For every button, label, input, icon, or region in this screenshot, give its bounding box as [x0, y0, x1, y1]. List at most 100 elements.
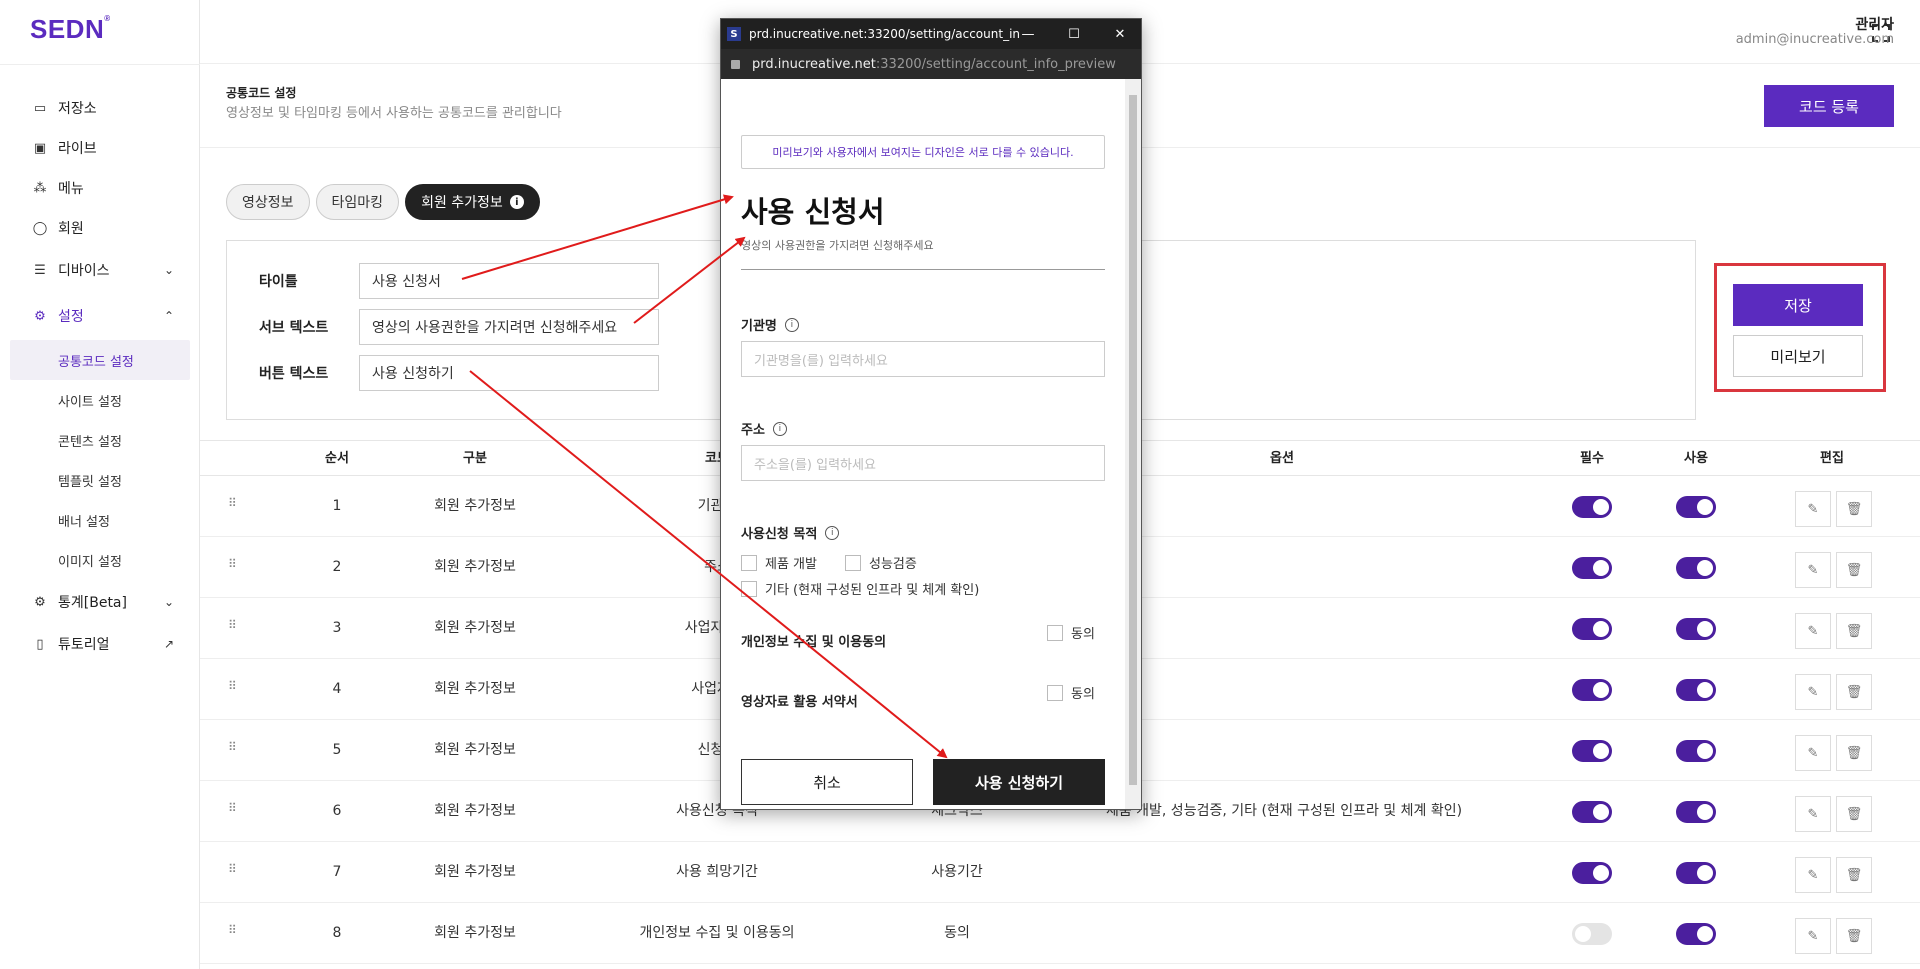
- delete-button[interactable]: 🗑: [1836, 552, 1872, 588]
- pencil-icon: ✎: [1807, 806, 1819, 822]
- sidebar-item-storage[interactable]: ▭ 저장소: [0, 88, 200, 128]
- edit-button[interactable]: ✎: [1795, 552, 1831, 588]
- close-icon[interactable]: ✕: [1097, 19, 1141, 49]
- delete-button[interactable]: 🗑: [1836, 613, 1872, 649]
- privacy-agree-checkbox[interactable]: 동의: [1047, 623, 1095, 642]
- required-toggle[interactable]: [1572, 557, 1612, 579]
- required-toggle[interactable]: [1572, 801, 1612, 823]
- drag-handle-icon[interactable]: ⠿: [228, 558, 237, 575]
- purpose-checkbox-dev[interactable]: 제품 개발: [741, 553, 817, 572]
- drag-handle-icon[interactable]: ⠿: [228, 802, 237, 819]
- use-toggle[interactable]: [1676, 557, 1716, 579]
- edit-button[interactable]: ✎: [1795, 796, 1831, 832]
- required-toggle[interactable]: [1572, 618, 1612, 640]
- delete-button[interactable]: 🗑: [1836, 735, 1872, 771]
- sidebar-item-menu[interactable]: ⁂ 메뉴: [0, 168, 200, 208]
- tab-member-extra-info[interactable]: 회원 추가정보 i: [405, 184, 540, 220]
- submit-application-button[interactable]: 사용 신청하기: [933, 759, 1105, 805]
- sidebar-divider: [0, 64, 200, 65]
- pencil-icon: ✎: [1807, 623, 1819, 639]
- info-icon[interactable]: i: [784, 317, 799, 332]
- drag-handle-icon[interactable]: ⠿: [228, 863, 237, 880]
- required-toggle[interactable]: [1572, 862, 1612, 884]
- edit-button[interactable]: ✎: [1795, 613, 1831, 649]
- edit-button[interactable]: ✎: [1795, 491, 1831, 527]
- sidebar-subitem-content[interactable]: 콘텐츠 설정: [0, 420, 200, 460]
- pencil-icon: ✎: [1807, 928, 1819, 944]
- drag-handle-icon[interactable]: ⠿: [228, 680, 237, 697]
- user-name[interactable]: 관리자: [1855, 14, 1894, 34]
- sidebar-item-device[interactable]: ☰ 디바이스 ⌄: [0, 248, 200, 292]
- sidebar-subitem-banner[interactable]: 배너 설정: [0, 500, 200, 540]
- delete-button[interactable]: 🗑: [1836, 491, 1872, 527]
- edit-button[interactable]: ✎: [1795, 918, 1831, 954]
- address-input[interactable]: 주소을(를) 입력하세요: [741, 445, 1105, 481]
- tab-time-marking[interactable]: 타임마킹: [315, 184, 400, 220]
- drag-handle-icon[interactable]: ⠿: [228, 924, 237, 941]
- drag-handle-icon[interactable]: ⠿: [228, 619, 237, 636]
- button-text-input[interactable]: 사용 신청하기: [359, 355, 659, 391]
- video-agree-checkbox[interactable]: 동의: [1047, 683, 1095, 702]
- user-email: admin@inucreative.com: [1735, 32, 1894, 47]
- use-toggle[interactable]: [1676, 923, 1716, 945]
- use-toggle[interactable]: [1676, 740, 1716, 762]
- popup-address-bar[interactable]: prd.inucreative.net:33200/setting/accoun…: [721, 49, 1141, 79]
- edit-button[interactable]: ✎: [1795, 857, 1831, 893]
- edit-button[interactable]: ✎: [1795, 674, 1831, 710]
- sedn-logo[interactable]: SEDN®: [30, 14, 111, 45]
- sidebar-item-live[interactable]: ▣ 라이브: [0, 128, 200, 168]
- sidebar-item-settings[interactable]: ⚙ 설정 ⌃: [0, 292, 200, 340]
- cell-category: 회원 추가정보: [434, 925, 516, 941]
- title-input[interactable]: 사용 신청서: [359, 263, 659, 299]
- sidebar-subitem-site[interactable]: 사이트 설정: [0, 380, 200, 420]
- register-code-button[interactable]: 코드 등록: [1764, 85, 1894, 127]
- use-toggle[interactable]: [1676, 496, 1716, 518]
- privacy-consent-label: 개인정보 수집 및 이용동의: [741, 635, 887, 650]
- save-button[interactable]: 저장: [1733, 284, 1863, 326]
- tab-video-info[interactable]: 영상정보: [226, 184, 310, 220]
- use-toggle[interactable]: [1676, 679, 1716, 701]
- sidebar-subitem-image[interactable]: 이미지 설정: [0, 540, 200, 580]
- edit-button[interactable]: ✎: [1795, 735, 1831, 771]
- sidebar-subitem-template[interactable]: 템플릿 설정: [0, 460, 200, 500]
- delete-button[interactable]: 🗑: [1836, 918, 1872, 954]
- sidebar-item-stats[interactable]: ⚙ 통계[Beta] ⌄: [0, 580, 200, 624]
- cell-code: 개인정보 수집 및 이용동의: [639, 925, 795, 941]
- required-toggle[interactable]: [1572, 740, 1612, 762]
- use-toggle[interactable]: [1676, 862, 1716, 884]
- required-toggle[interactable]: [1572, 679, 1612, 701]
- sidebar-item-members[interactable]: ◯ 회원: [0, 208, 200, 248]
- info-icon[interactable]: i: [825, 525, 840, 540]
- purpose-checkbox-perf[interactable]: 성능검증: [845, 553, 917, 572]
- gear-icon: ⚙: [34, 308, 46, 324]
- org-name-input[interactable]: 기관명을(를) 입력하세요: [741, 341, 1105, 377]
- sidebar-subitem-common-code[interactable]: 공통코드 설정: [10, 340, 190, 380]
- popup-scrollbar[interactable]: [1125, 79, 1141, 809]
- use-toggle[interactable]: [1676, 618, 1716, 640]
- delete-button[interactable]: 🗑: [1836, 674, 1872, 710]
- sidebar-item-tutorial[interactable]: ▯ 튜토리얼 ↗: [0, 624, 200, 664]
- device-icon: ☰: [34, 262, 46, 278]
- tab-bar: 영상정보 타임마킹 회원 추가정보 i: [226, 184, 540, 220]
- info-icon[interactable]: i: [772, 421, 787, 436]
- use-toggle[interactable]: [1676, 801, 1716, 823]
- delete-button[interactable]: 🗑: [1836, 796, 1872, 832]
- preview-button[interactable]: 미리보기: [1733, 335, 1863, 377]
- cell-category: 회원 추가정보: [434, 742, 516, 758]
- maximize-icon[interactable]: ☐: [1051, 19, 1097, 49]
- cancel-button[interactable]: 취소: [741, 759, 913, 805]
- drag-handle-icon[interactable]: ⠿: [228, 741, 237, 758]
- scrollbar-thumb[interactable]: [1129, 95, 1137, 785]
- cell-order: 6: [332, 803, 342, 819]
- purpose-checkbox-other[interactable]: 기타 (현재 구성된 인프라 및 체계 확인): [741, 579, 979, 598]
- preview-subtitle: 영상의 사용권한을 가지려면 신청해주세요: [741, 239, 934, 252]
- col-use: 사용: [1684, 451, 1708, 466]
- checkbox-icon: [845, 554, 861, 571]
- minimize-icon[interactable]: —: [1005, 19, 1051, 49]
- delete-button[interactable]: 🗑: [1836, 857, 1872, 893]
- trash-icon: 🗑: [1845, 684, 1863, 700]
- required-toggle[interactable]: [1572, 923, 1612, 945]
- required-toggle[interactable]: [1572, 496, 1612, 518]
- subtext-input[interactable]: 영상의 사용권한을 가지려면 신청해주세요: [359, 309, 659, 345]
- drag-handle-icon[interactable]: ⠿: [228, 497, 237, 514]
